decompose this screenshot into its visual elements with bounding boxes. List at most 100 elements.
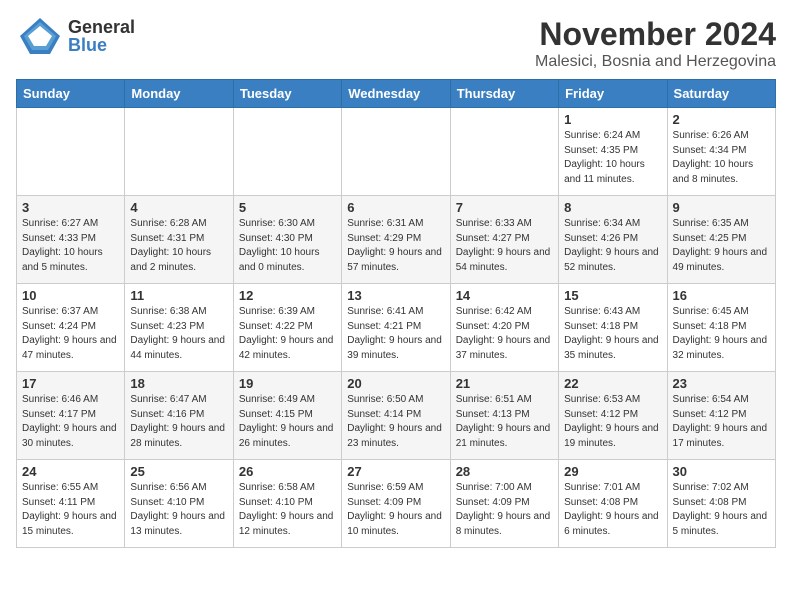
month-title: November 2024: [535, 16, 776, 53]
calendar-cell: 16Sunrise: 6:45 AM Sunset: 4:18 PM Dayli…: [667, 284, 775, 372]
weekday-header-thursday: Thursday: [450, 80, 558, 108]
day-number: 8: [564, 200, 661, 215]
calendar-cell: 25 Sunrise: 6:56 AM Sunset: 4:10 PM Dayli…: [125, 460, 233, 548]
weekday-header-tuesday: Tuesday: [233, 80, 341, 108]
day-info: Sunrise: 6:53 AM Sunset: 4:12 PM Dayligh…: [564, 393, 661, 451]
day-info: Sunrise: 6:39 AM Sunset: 4:22 PM Dayligh…: [239, 305, 336, 363]
week-row-4: 24Sunrise: 6:55 AM Sunset: 4:11 PM Dayli…: [17, 460, 776, 548]
day-number: 20: [347, 376, 444, 391]
calendar-cell: 15 Sunrise: 6:43 AM Sunset: 4:18 PM Dayli…: [559, 284, 667, 372]
calendar-cell: 21Sunrise: 6:51 AM Sunset: 4:13 PM Dayli…: [450, 372, 558, 460]
calendar-cell: 6Sunrise: 6:31 AM Sunset: 4:29 PM Daylig…: [342, 196, 450, 284]
day-info: Sunrise: 6:43 AM Sunset: 4:18 PM Dayligh…: [564, 305, 661, 363]
calendar-cell: 1 Sunrise: 6:24 AM Sunset: 4:35 PM Daylig…: [559, 108, 667, 196]
day-info: Sunrise: 6:51 AM Sunset: 4:13 PM Dayligh…: [456, 393, 553, 451]
day-number: 28: [456, 464, 553, 479]
day-number: 14: [456, 288, 553, 303]
day-number: 11: [130, 288, 227, 303]
calendar-cell: [233, 108, 341, 196]
day-info: Sunrise: 6:54 AM Sunset: 4:12 PM Dayligh…: [673, 393, 770, 451]
day-number: 22: [564, 376, 661, 391]
day-number: 19: [239, 376, 336, 391]
weekday-header-sunday: Sunday: [17, 80, 125, 108]
calendar-cell: 28 Sunrise: 7:00 AM Sunset: 4:09 PM Dayli…: [450, 460, 558, 548]
day-info: Sunrise: 6:35 AM Sunset: 4:25 PM Dayligh…: [673, 217, 770, 275]
day-info: Sunrise: 6:33 AM Sunset: 4:27 PM Dayligh…: [456, 217, 553, 275]
day-info: Sunrise: 6:30 AM Sunset: 4:30 PM Dayligh…: [239, 217, 336, 275]
calendar-cell: 4 Sunrise: 6:28 AM Sunset: 4:31 PM Daylig…: [125, 196, 233, 284]
day-info: Sunrise: 6:41 AM Sunset: 4:21 PM Dayligh…: [347, 305, 444, 363]
day-info: Sunrise: 6:47 AM Sunset: 4:16 PM Dayligh…: [130, 393, 227, 451]
calendar-cell: [125, 108, 233, 196]
day-number: 15: [564, 288, 661, 303]
calendar-cell: 7Sunrise: 6:33 AM Sunset: 4:27 PM Daylig…: [450, 196, 558, 284]
calendar-cell: 23 Sunrise: 6:54 AM Sunset: 4:12 PM Dayli…: [667, 372, 775, 460]
day-info: Sunrise: 6:34 AM Sunset: 4:26 PM Dayligh…: [564, 217, 661, 275]
day-number: 2: [673, 112, 770, 127]
day-info: Sunrise: 6:26 AM Sunset: 4:34 PM Dayligh…: [673, 129, 770, 187]
day-info: Sunrise: 6:46 AM Sunset: 4:17 PM Dayligh…: [22, 393, 119, 451]
week-row-3: 17Sunrise: 6:46 AM Sunset: 4:17 PM Dayli…: [17, 372, 776, 460]
day-number: 1: [564, 112, 661, 127]
day-info: Sunrise: 6:59 AM Sunset: 4:09 PM Dayligh…: [347, 481, 444, 539]
day-number: 29: [564, 464, 661, 479]
calendar-table: SundayMondayTuesdayWednesdayThursdayFrid…: [16, 79, 776, 548]
calendar-cell: 10 Sunrise: 6:37 AM Sunset: 4:24 PM Dayli…: [17, 284, 125, 372]
weekday-header-saturday: Saturday: [667, 80, 775, 108]
day-info: Sunrise: 6:58 AM Sunset: 4:10 PM Dayligh…: [239, 481, 336, 539]
day-info: Sunrise: 6:49 AM Sunset: 4:15 PM Dayligh…: [239, 393, 336, 451]
calendar-cell: 2 Sunrise: 6:26 AM Sunset: 4:34 PM Daylig…: [667, 108, 775, 196]
day-info: Sunrise: 6:27 AM Sunset: 4:33 PM Dayligh…: [22, 217, 119, 275]
calendar-cell: 11 Sunrise: 6:38 AM Sunset: 4:23 PM Dayli…: [125, 284, 233, 372]
day-info: Sunrise: 6:42 AM Sunset: 4:20 PM Dayligh…: [456, 305, 553, 363]
weekday-header-monday: Monday: [125, 80, 233, 108]
day-number: 13: [347, 288, 444, 303]
weekday-header-wednesday: Wednesday: [342, 80, 450, 108]
day-info: Sunrise: 6:28 AM Sunset: 4:31 PM Dayligh…: [130, 217, 227, 275]
calendar-cell: 3 Sunrise: 6:27 AM Sunset: 4:33 PM Daylig…: [17, 196, 125, 284]
day-number: 4: [130, 200, 227, 215]
logo-icon: [16, 16, 64, 56]
day-number: 30: [673, 464, 770, 479]
day-number: 3: [22, 200, 119, 215]
calendar-cell: 20Sunrise: 6:50 AM Sunset: 4:14 PM Dayli…: [342, 372, 450, 460]
day-info: Sunrise: 6:24 AM Sunset: 4:35 PM Dayligh…: [564, 129, 661, 187]
day-info: Sunrise: 6:31 AM Sunset: 4:29 PM Dayligh…: [347, 217, 444, 275]
calendar-cell: 29 Sunrise: 7:01 AM Sunset: 4:08 PM Dayli…: [559, 460, 667, 548]
location-title: Malesici, Bosnia and Herzegovina: [535, 53, 776, 71]
calendar-cell: 27 Sunrise: 6:59 AM Sunset: 4:09 PM Dayli…: [342, 460, 450, 548]
day-info: Sunrise: 6:55 AM Sunset: 4:11 PM Dayligh…: [22, 481, 119, 539]
day-info: Sunrise: 6:37 AM Sunset: 4:24 PM Dayligh…: [22, 305, 119, 363]
calendar-cell: 18 Sunrise: 6:47 AM Sunset: 4:16 PM Dayli…: [125, 372, 233, 460]
weekday-header-friday: Friday: [559, 80, 667, 108]
day-number: 5: [239, 200, 336, 215]
day-info: Sunrise: 6:38 AM Sunset: 4:23 PM Dayligh…: [130, 305, 227, 363]
logo-name: General Blue: [68, 18, 135, 54]
day-number: 26: [239, 464, 336, 479]
logo: General Blue: [16, 16, 135, 56]
day-info: Sunrise: 6:45 AM Sunset: 4:18 PM Dayligh…: [673, 305, 770, 363]
calendar-cell: [342, 108, 450, 196]
day-number: 23: [673, 376, 770, 391]
calendar-cell: [450, 108, 558, 196]
day-info: Sunrise: 6:56 AM Sunset: 4:10 PM Dayligh…: [130, 481, 227, 539]
calendar-cell: 17Sunrise: 6:46 AM Sunset: 4:17 PM Dayli…: [17, 372, 125, 460]
day-info: Sunrise: 7:00 AM Sunset: 4:09 PM Dayligh…: [456, 481, 553, 539]
calendar-cell: 30Sunrise: 7:02 AM Sunset: 4:08 PM Dayli…: [667, 460, 775, 548]
week-row-0: 1 Sunrise: 6:24 AM Sunset: 4:35 PM Daylig…: [17, 108, 776, 196]
calendar-cell: 22 Sunrise: 6:53 AM Sunset: 4:12 PM Dayli…: [559, 372, 667, 460]
day-number: 10: [22, 288, 119, 303]
day-number: 18: [130, 376, 227, 391]
day-info: Sunrise: 7:01 AM Sunset: 4:08 PM Dayligh…: [564, 481, 661, 539]
logo-general-text: General: [68, 18, 135, 36]
calendar-cell: 26 Sunrise: 6:58 AM Sunset: 4:10 PM Dayli…: [233, 460, 341, 548]
day-number: 25: [130, 464, 227, 479]
day-number: 27: [347, 464, 444, 479]
calendar-cell: 19 Sunrise: 6:49 AM Sunset: 4:15 PM Dayli…: [233, 372, 341, 460]
header: General Blue November 2024 Malesici, Bos…: [16, 16, 776, 71]
calendar-cell: 24Sunrise: 6:55 AM Sunset: 4:11 PM Dayli…: [17, 460, 125, 548]
calendar-cell: 5 Sunrise: 6:30 AM Sunset: 4:30 PM Daylig…: [233, 196, 341, 284]
calendar-cell: 13 Sunrise: 6:41 AM Sunset: 4:21 PM Dayli…: [342, 284, 450, 372]
calendar-cell: 12Sunrise: 6:39 AM Sunset: 4:22 PM Dayli…: [233, 284, 341, 372]
calendar-cell: 9Sunrise: 6:35 AM Sunset: 4:25 PM Daylig…: [667, 196, 775, 284]
